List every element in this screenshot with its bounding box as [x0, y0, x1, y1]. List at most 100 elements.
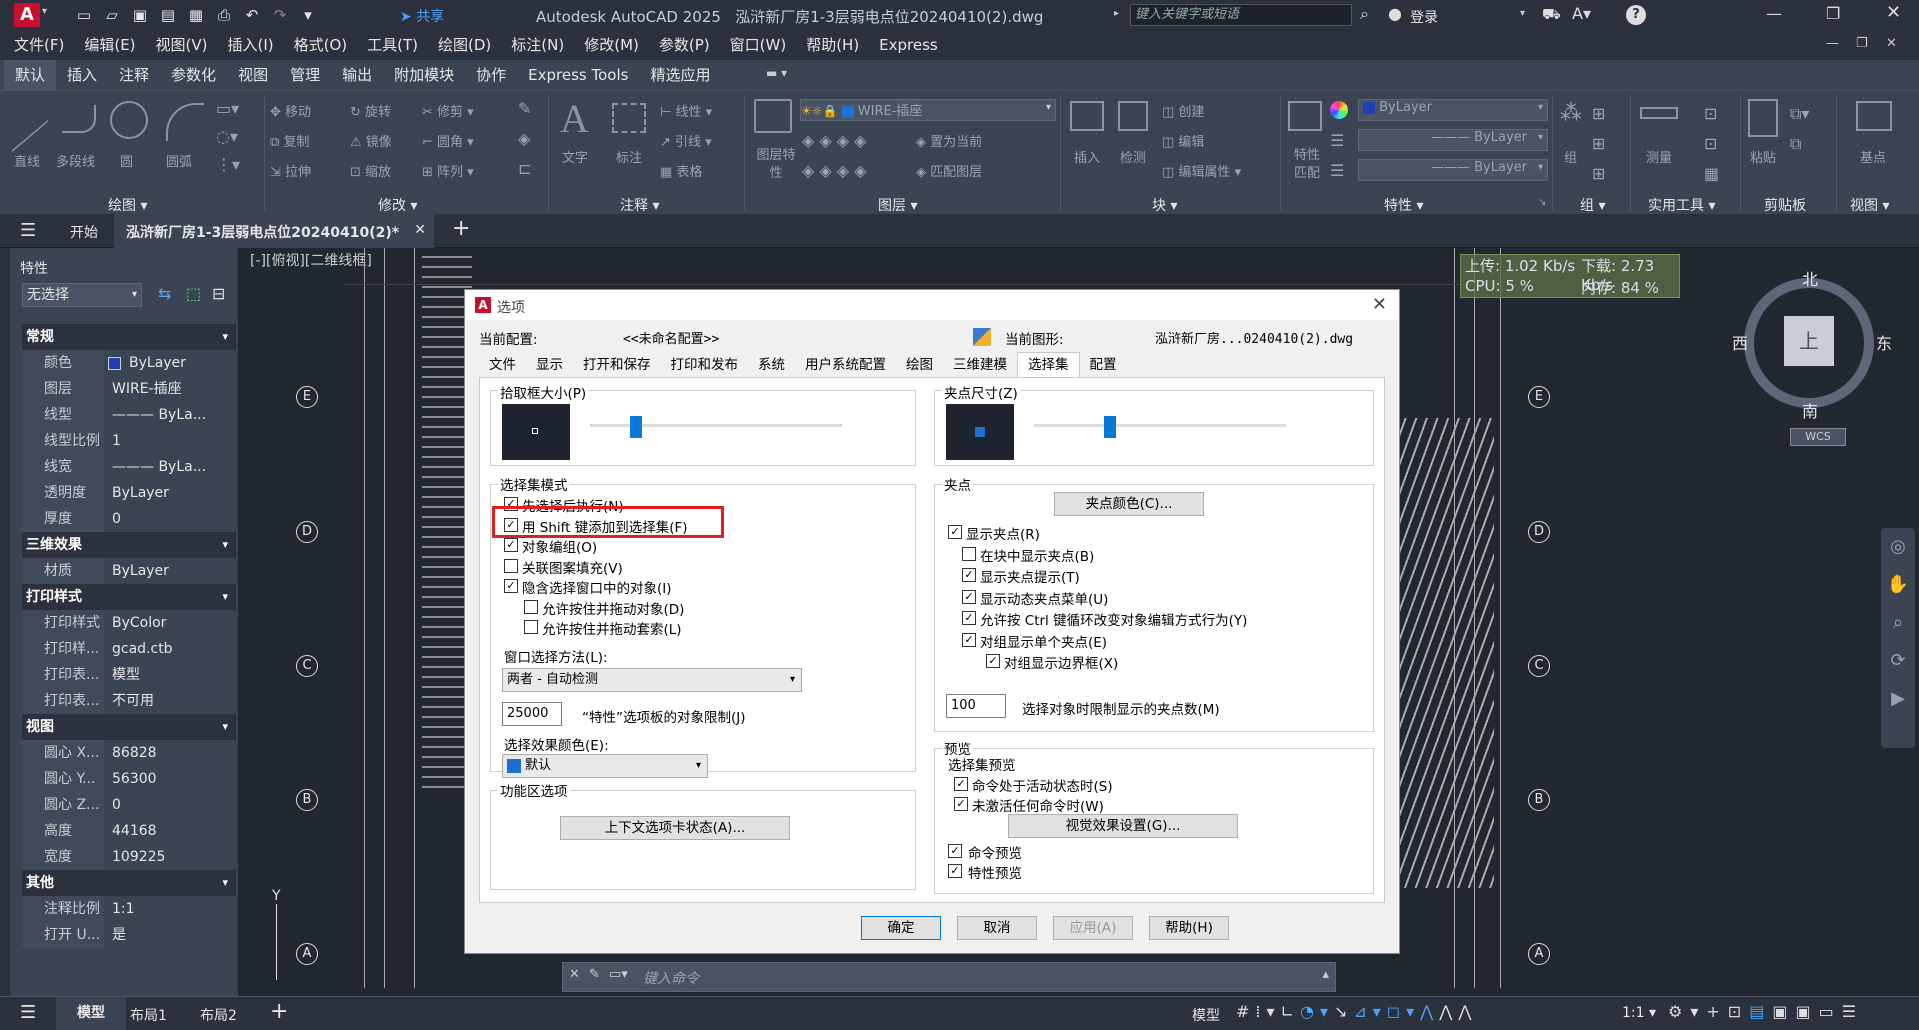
option-checkbox[interactable]: ✓	[504, 579, 518, 593]
login-button[interactable]: 登录	[1410, 7, 1438, 27]
measure-icon[interactable]	[1640, 107, 1678, 119]
visual-effect-button[interactable]: 视觉效果设置(G)...	[1008, 814, 1238, 838]
search-input[interactable]: 键入关键字或短语	[1130, 4, 1352, 26]
ribbon-toggle-icon[interactable]: ▬ ▾	[766, 66, 787, 80]
annotation-scale[interactable]: 1:1 ▾	[1622, 1005, 1656, 1021]
ribbon-tab[interactable]: 参数化	[160, 60, 227, 90]
property-limit-input[interactable]: 25000	[502, 702, 562, 726]
property-row[interactable]: 高度 44168	[22, 818, 236, 844]
ribbon-tab[interactable]: Express Tools	[517, 60, 639, 90]
transparency-icon[interactable]: ☰	[1330, 161, 1344, 180]
insert-block-icon[interactable]	[1070, 101, 1104, 131]
isodraft-icon[interactable]: ↘	[1334, 1002, 1353, 1021]
ribbon-tab[interactable]: 管理	[279, 60, 331, 90]
lineweight-dropdown[interactable]: ——— ByLayer ▾	[1358, 159, 1548, 181]
effect-color-select[interactable]: 默认 ▾	[502, 754, 708, 778]
hamburger-menu-icon[interactable]: ☰	[20, 220, 36, 241]
new-file-icon[interactable]: ▭	[72, 4, 96, 26]
close-icon[interactable]: ✕	[1886, 2, 1901, 23]
help-button[interactable]: 帮助(H)	[1149, 916, 1229, 940]
dialog-tab[interactable]: 选择集	[1017, 352, 1080, 377]
property-row[interactable]: 线型 ——— ByLa...	[22, 402, 236, 428]
units-icon[interactable]: ⊡	[1728, 1002, 1749, 1021]
annotation-scale-icon[interactable]: ⋀	[1458, 1002, 1477, 1021]
command-settings-icon[interactable]: ✎	[589, 967, 600, 982]
property-row[interactable]: 材质 ByLayer	[22, 558, 236, 584]
paste-icon[interactable]	[1748, 99, 1778, 137]
arc-tool-icon[interactable]	[166, 103, 204, 141]
dialog-tab[interactable]: 绘图	[896, 353, 943, 377]
linear-tool[interactable]: ⊢ 线性 ▾	[660, 101, 712, 120]
collapse-chevron-icon[interactable]: ▾	[222, 714, 228, 740]
doc-minimize-icon[interactable]: —	[1826, 36, 1839, 51]
offset-icon[interactable]: ⊏	[518, 159, 531, 178]
option-checkbox[interactable]	[524, 599, 538, 614]
dimension-tool-icon[interactable]	[612, 103, 646, 133]
circle-tool-icon[interactable]	[110, 101, 148, 139]
command-history-icon[interactable]: ▭▾	[609, 967, 628, 982]
edit-attr-tool[interactable]: ◫ 编辑属性 ▾	[1162, 161, 1241, 180]
set-current-tool[interactable]: ◈ 置为当前	[916, 131, 982, 150]
undo-icon[interactable]: ↶	[240, 4, 264, 26]
circle-label[interactable]: 圆	[120, 151, 133, 170]
ortho-icon[interactable]: ∟	[1281, 1002, 1300, 1021]
compass-north[interactable]: 北	[1802, 266, 1818, 290]
quick-properties-icon[interactable]: ▤	[1749, 1002, 1772, 1021]
view-group-title[interactable]: 视图 ▾	[1850, 195, 1889, 215]
property-row[interactable]: 线型比例 1	[22, 428, 236, 454]
menu-item[interactable]: 参数(P)	[649, 30, 720, 60]
save-icon[interactable]: ▣	[128, 4, 152, 26]
measure-label[interactable]: 测量	[1646, 147, 1672, 166]
ribbon-tab[interactable]: 默认	[4, 60, 57, 90]
layout-menu-icon[interactable]: ☰	[20, 1002, 36, 1023]
erase-icon[interactable]: ✎	[518, 99, 531, 118]
property-section-header[interactable]: 常规 ▾	[22, 324, 236, 350]
paste-label[interactable]: 粘贴	[1750, 147, 1776, 166]
command-input[interactable]: 键入命令	[643, 968, 699, 988]
option-checkbox[interactable]: ✓	[504, 538, 518, 552]
property-row[interactable]: 打开 U... 是	[22, 922, 236, 948]
text-label[interactable]: 文字	[562, 147, 588, 166]
menu-item[interactable]: 格式(O)	[284, 30, 358, 60]
selection-dropdown[interactable]: 无选择 ▾	[22, 283, 142, 307]
redo-icon[interactable]: ↷	[268, 4, 292, 26]
option-checkbox[interactable]: ✓	[962, 611, 976, 625]
menu-item[interactable]: Express	[869, 30, 948, 60]
dialog-tab[interactable]: 系统	[748, 353, 795, 377]
wcs-menu[interactable]: WCS	[1790, 428, 1846, 446]
collapse-chevron-icon[interactable]: ▾	[222, 532, 228, 558]
zoom-extents-icon[interactable]: ⌕	[1881, 604, 1915, 642]
ribbon-tab[interactable]: 协作	[465, 60, 517, 90]
dialog-tab[interactable]: 打印和发布	[661, 353, 749, 377]
restore-icon[interactable]: ❐	[1826, 4, 1840, 23]
compass-east[interactable]: 东	[1876, 330, 1892, 354]
table-tool[interactable]: ▦ 表格	[660, 161, 702, 180]
polar-icon[interactable]: ◔▾	[1300, 1002, 1334, 1021]
properties-launcher-icon[interactable]: ↘	[1538, 197, 1546, 208]
property-row[interactable]: 打印样... gcad.ctb	[22, 636, 236, 662]
layer-tools-row1-icon[interactable]: ◈ ◈ ◈ ◈	[802, 131, 866, 150]
collapse-chevron-icon[interactable]: ▾	[222, 870, 228, 896]
lock-ui-icon[interactable]: ▣	[1772, 1002, 1795, 1021]
pan-icon[interactable]: ✋	[1881, 566, 1915, 604]
menu-item[interactable]: 插入(I)	[218, 30, 284, 60]
property-row[interactable]: 打印样式 ByColor	[22, 610, 236, 636]
help-icon[interactable]: ?	[1626, 5, 1646, 25]
polyline-tool-icon[interactable]	[62, 105, 96, 133]
workspace-gear-icon[interactable]: ⚙▾	[1668, 1002, 1706, 1021]
group-label[interactable]: 组	[1564, 147, 1577, 166]
grip-color-button[interactable]: 夹点颜色(C)...	[1054, 492, 1204, 516]
menu-item[interactable]: 视图(V)	[146, 30, 218, 60]
steering-wheel-icon[interactable]: ◎	[1881, 528, 1915, 566]
move-tool[interactable]: ✥ 移动	[270, 101, 311, 120]
dialog-tab[interactable]: 打开和保存	[573, 353, 661, 377]
ok-button[interactable]: 确定	[861, 916, 941, 940]
color-dropdown[interactable]: ByLayer ▾	[1358, 99, 1548, 121]
close-tab-icon[interactable]: ✕	[414, 222, 426, 238]
arc-label[interactable]: 圆弧	[166, 151, 192, 170]
ribbon-tab[interactable]: 附加模块	[383, 60, 465, 90]
property-row[interactable]: 宽度 109225	[22, 844, 236, 870]
showmotion-icon[interactable]: ▶	[1881, 680, 1915, 718]
customize-icon[interactable]: ☰	[1842, 1002, 1864, 1021]
utilities-group-title[interactable]: 实用工具 ▾	[1648, 195, 1715, 215]
